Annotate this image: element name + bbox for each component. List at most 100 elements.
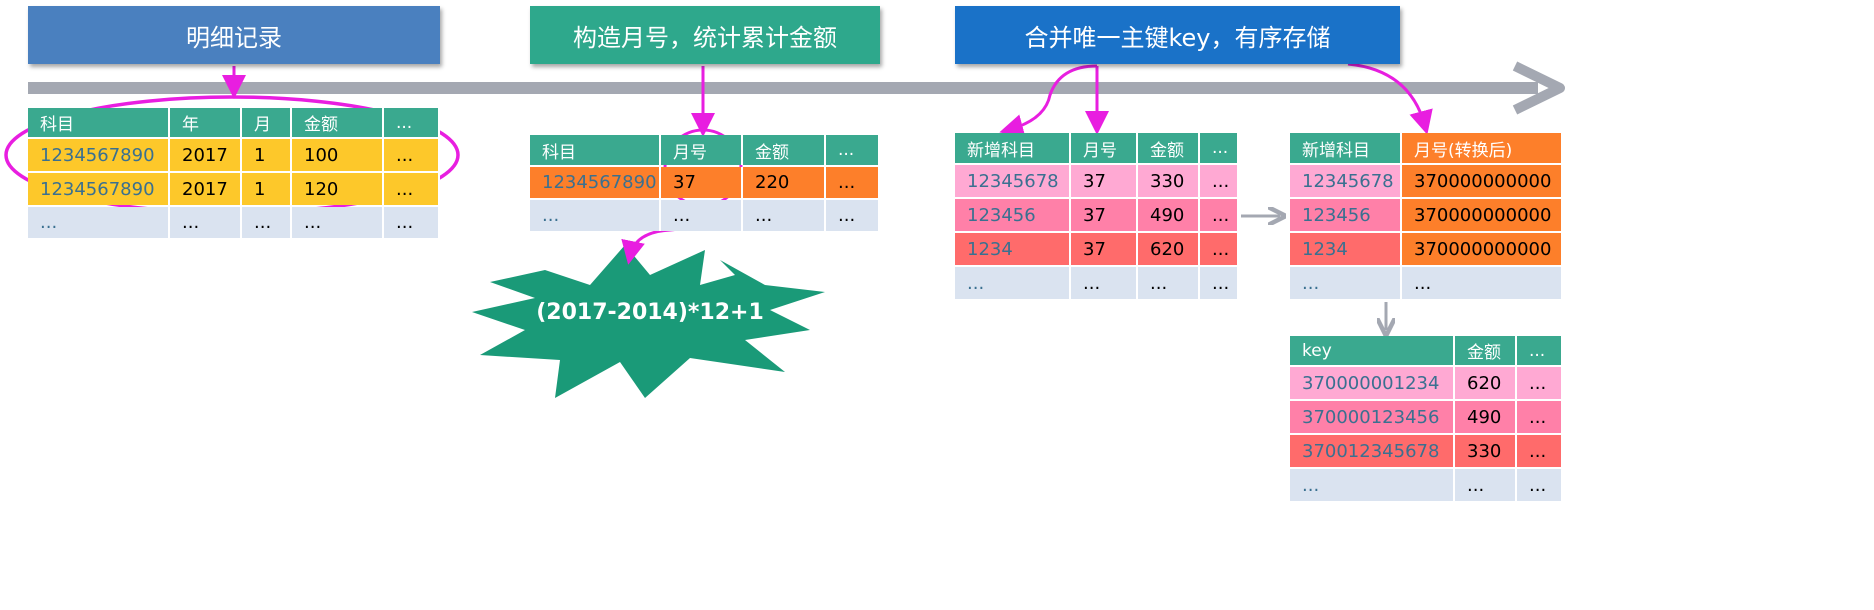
- table-header-row: 科目年月金额...: [28, 108, 440, 137]
- banner-merge-key: 合并唯一主键key，有序存储: [955, 6, 1400, 64]
- table-cell: 37: [1071, 199, 1138, 231]
- table-cell: 370000000000: [1402, 199, 1563, 231]
- table-row: 1234567890 2017 1 100...: [28, 139, 440, 171]
- table-cell: ...: [384, 139, 440, 171]
- table-cell: ...: [384, 207, 440, 238]
- table-header-row: key 金额...: [1290, 336, 1563, 365]
- table-cell: ...: [955, 267, 1071, 299]
- table-cell: 370000123456: [1290, 401, 1455, 433]
- table-row: ......: [1290, 267, 1563, 299]
- table-cell: 1234567890: [28, 139, 170, 171]
- table-cell: 123456: [955, 199, 1071, 231]
- table-row: 370000001234 620...: [1290, 367, 1563, 399]
- column-header: ...: [1200, 133, 1239, 163]
- table-cell: 220: [743, 167, 826, 198]
- table-cell: ...: [1200, 199, 1239, 231]
- table-row: 370000123456 490...: [1290, 401, 1563, 433]
- table-cell: 12345678: [955, 165, 1071, 197]
- table-cell: ...: [242, 207, 292, 238]
- table-cell: 370000000000: [1402, 233, 1563, 265]
- table-row: 123456 370000000000: [1290, 199, 1563, 231]
- table-cell: 1: [242, 173, 292, 205]
- table-cell: 1234567890: [530, 167, 661, 198]
- table-cell: 123456: [1290, 199, 1402, 231]
- column-header: 金额: [1138, 133, 1200, 163]
- table-row: 370012345678 330...: [1290, 435, 1563, 467]
- table-cell: ...: [1071, 267, 1138, 299]
- table-cell: 490: [1138, 199, 1200, 231]
- table-cell: 2017: [170, 173, 242, 205]
- table-cell: ...: [1138, 267, 1200, 299]
- table-cell: ...: [1517, 469, 1563, 501]
- table-cell: 330: [1455, 435, 1517, 467]
- table-cell: ...: [1200, 267, 1239, 299]
- formula-text: (2017-2014)*12+1: [536, 300, 764, 325]
- table-cell: 1234: [1290, 233, 1402, 265]
- banner-detail-records: 明细记录: [28, 6, 440, 64]
- table-header-row: 科目 月号 金额...: [530, 135, 880, 165]
- table-cell: ...: [743, 200, 826, 231]
- table-row: 123456 37 490...: [955, 199, 1239, 231]
- table-header-row: 新增科目 月号 金额...: [955, 133, 1239, 163]
- table-row: ............: [955, 267, 1239, 299]
- table-row: ............: [530, 200, 880, 231]
- column-header: 金额: [1455, 336, 1517, 365]
- table-cell: ...: [1200, 233, 1239, 265]
- column-header: ...: [384, 108, 440, 137]
- column-header: 年: [170, 108, 242, 137]
- table-cell: 370000001234: [1290, 367, 1455, 399]
- table-cell: 490: [1455, 401, 1517, 433]
- table-cell: 1: [242, 139, 292, 171]
- column-header: 新增科目: [1290, 133, 1402, 163]
- table-cell: ...: [1517, 367, 1563, 399]
- connectors-layer: [4, 61, 1565, 398]
- table-row: 1234567890 2017 1 120...: [28, 173, 440, 205]
- table-cell: 2017: [170, 139, 242, 171]
- table-row: 1234567890 37 220...: [530, 167, 880, 198]
- table-cell: 370000000000: [1402, 165, 1563, 197]
- table-header-row: 新增科目 月号(转换后): [1290, 133, 1563, 163]
- table-row: .........: [1290, 469, 1563, 501]
- diagram-canvas: 明细记录 构造月号，统计累计金额 合并唯一主键key，有序存储 (2017-20…: [0, 0, 1874, 610]
- table-cell: 370012345678: [1290, 435, 1455, 467]
- column-header: 月号: [661, 135, 743, 165]
- table-row: 1234 37 620...: [955, 233, 1239, 265]
- table-cell: ...: [1290, 267, 1402, 299]
- column-header: 月号(转换后): [1402, 133, 1563, 163]
- banner-build-month: 构造月号，统计累计金额: [530, 6, 880, 64]
- column-header: 科目: [530, 135, 661, 165]
- table-cell: ...: [530, 200, 661, 231]
- column-header: ...: [826, 135, 880, 165]
- table-cell: ...: [1517, 401, 1563, 433]
- table-cell: ...: [292, 207, 384, 238]
- table-row: 1234 370000000000: [1290, 233, 1563, 265]
- table-cell: ...: [826, 167, 880, 198]
- table-cell: ...: [826, 200, 880, 231]
- table-row: 12345678 37 330...: [955, 165, 1239, 197]
- table-cell: 120: [292, 173, 384, 205]
- column-header: 月号: [1071, 133, 1138, 163]
- column-header: 科目: [28, 108, 170, 137]
- table-cell: 37: [1071, 233, 1138, 265]
- table-cell: 620: [1138, 233, 1200, 265]
- table-row: ...............: [28, 207, 440, 238]
- column-header: 月: [242, 108, 292, 137]
- table-cell: 620: [1455, 367, 1517, 399]
- table-cell: 1234: [955, 233, 1071, 265]
- table-cell: 37: [661, 167, 743, 198]
- table-cell: 12345678: [1290, 165, 1402, 197]
- table-cell: ...: [28, 207, 170, 238]
- table-cell: ...: [170, 207, 242, 238]
- table-cell: ...: [1517, 435, 1563, 467]
- column-header: 金额: [292, 108, 384, 137]
- table-row: 12345678 370000000000: [1290, 165, 1563, 197]
- table-cell: 330: [1138, 165, 1200, 197]
- column-header: key: [1290, 336, 1455, 365]
- table-cell: ...: [384, 173, 440, 205]
- table-cell: ...: [1402, 267, 1563, 299]
- column-header: 金额: [743, 135, 826, 165]
- table-cell: ...: [1200, 165, 1239, 197]
- table-cell: ...: [661, 200, 743, 231]
- column-header: 新增科目: [955, 133, 1071, 163]
- table-cell: 1234567890: [28, 173, 170, 205]
